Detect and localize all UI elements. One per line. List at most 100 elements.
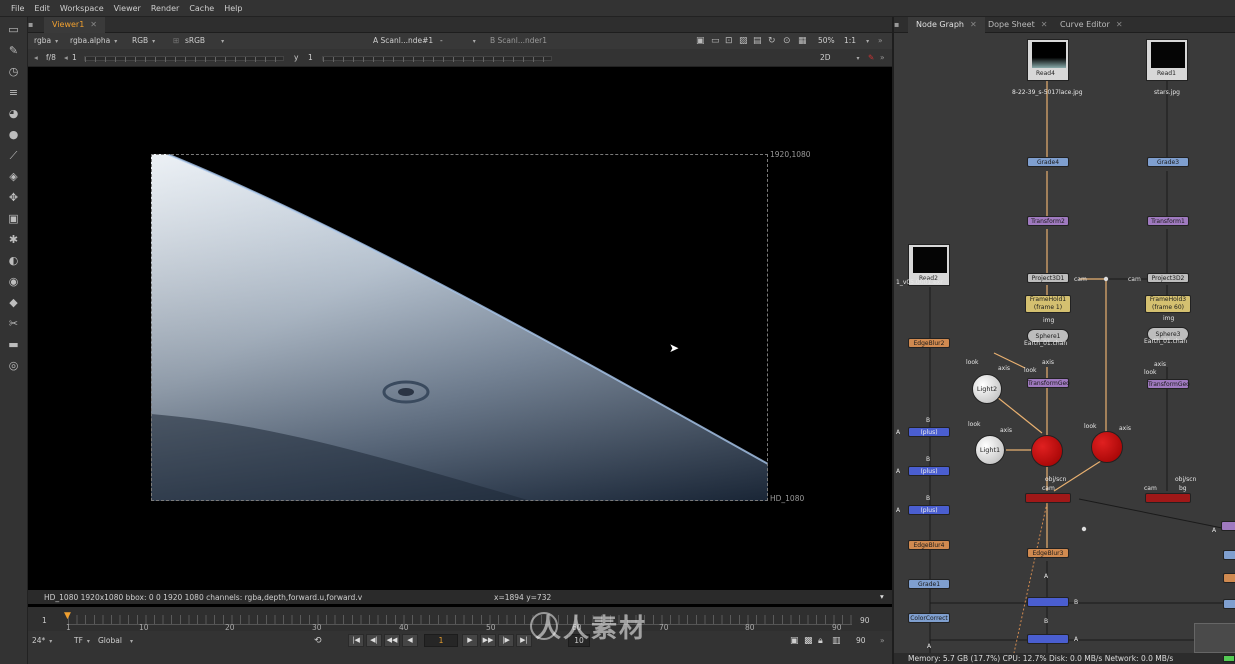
gamma-value[interactable]: 1 [308,52,313,64]
offscreen-node-4[interactable] [1223,599,1235,609]
step-back-button[interactable]: ◀◀ [384,634,400,647]
color-icon[interactable]: ◕ [7,107,21,121]
menu-render[interactable]: Render [146,4,184,13]
plugin-icon[interactable]: ◎ [7,359,21,373]
particles-icon[interactable]: ✱ [7,233,21,247]
deep-icon[interactable]: ◐ [7,254,21,268]
framehold3-node[interactable]: FrameHold3 (frame 60) [1145,295,1191,313]
transformgeo1-node[interactable]: TransformGeo [1027,378,1070,388]
fps-dropdown[interactable]: 24* ▾ [32,635,52,647]
node-graph-canvas[interactable]: Read4 8-22-39_s-5017lace.jpg Read1 stars… [894,33,1235,653]
node-graph-minimap[interactable] [1194,623,1235,653]
viewport[interactable]: 1920,1080 HD_1080 ➤ [28,67,892,607]
channels-dropdown[interactable]: rgba ▾ [34,35,58,47]
tab-viewer1[interactable]: Viewer1 ✕ [44,17,105,33]
keyer-icon[interactable]: ⟋ [7,149,21,163]
project3d1-node[interactable]: Project3D1 [1027,273,1069,283]
scanline-render-node-2[interactable] [1145,493,1191,503]
playhead-icon[interactable]: ▼ [64,611,71,621]
merge-icon[interactable]: ◈ [7,170,21,184]
prev-keyframe-button[interactable]: ◀| [366,634,382,647]
image-icon[interactable]: ▭ [7,23,21,37]
tab-curve-editor[interactable]: Curve Editor ✕ [1052,17,1131,33]
play-forward-button[interactable]: ▶ [462,634,478,647]
range-mode-dropdown[interactable]: Global ▾ [98,635,133,647]
filter-icon[interactable]: ● [7,128,21,142]
timeline-start[interactable]: 1 [42,616,47,625]
offscreen-node[interactable] [1221,521,1235,531]
pick-icon[interactable]: ✎ [868,52,874,64]
input-a-dropdown[interactable]: A Scanl...nde#1 [373,35,433,47]
edgeblur3-node[interactable]: EdgeBlur3 [1027,548,1069,558]
zoom-dropdown[interactable]: 50% [818,35,835,47]
views-icon[interactable]: ◉ [7,275,21,289]
close-icon[interactable]: ✕ [1116,20,1123,29]
transformgeo2-node[interactable]: TransformGeo [1147,379,1190,389]
close-icon[interactable]: ✕ [90,20,97,29]
grade3-node[interactable]: Grade3 [1147,157,1189,167]
overlay-icon[interactable]: ⊡ [725,35,733,47]
edgeblur4-node[interactable]: EdgeBlur4 [908,540,950,550]
colorcorrect-node[interactable]: ColorCorrect [908,613,950,623]
tf-dropdown[interactable]: TF ▾ [74,635,90,647]
scene-node-2[interactable] [1091,431,1123,463]
offscreen-node-3[interactable] [1223,573,1235,583]
view-mode-dropdown[interactable]: 2D ▾ [820,52,860,64]
panel-menu-icon-2[interactable]: ▪ [894,17,908,33]
menu-edit[interactable]: Edit [29,4,55,13]
close-icon[interactable]: ✕ [970,20,977,29]
merge-node-2[interactable] [1027,634,1069,644]
last-frame-button[interactable]: ▶| [516,634,532,647]
compare-mode-dropdown[interactable]: - ▾ [440,35,476,47]
scanline-render-node[interactable] [1025,493,1071,503]
merge-plus-node-2[interactable]: (plus) [908,466,950,476]
pause-icon[interactable]: ⊙ [783,35,791,47]
3d-icon[interactable]: ▣ [7,212,21,226]
mask-icon[interactable]: ▤ [753,35,762,47]
gain-slider[interactable] [84,56,285,62]
edgeblur2-node[interactable]: EdgeBlur2 [908,338,950,348]
merge-plus-node[interactable]: (plus) [908,427,950,437]
draw-icon[interactable]: ✎ [7,44,21,58]
gamma-slider[interactable] [322,56,553,62]
safe-area-icon[interactable]: ▭ [711,35,720,47]
loop-icon[interactable]: ⟲ [314,635,322,647]
light2-node[interactable]: Light2 [972,374,1002,404]
timeline-end[interactable]: 90 [860,616,870,625]
lock-icon[interactable]: 🔒︎ [818,635,823,647]
menu-workspace[interactable]: Workspace [55,4,109,13]
transform1-node[interactable]: Transform1 [1147,216,1189,226]
project3d2-node[interactable]: Project3D2 [1147,273,1189,283]
proxy-icon[interactable]: ▨ [739,35,748,47]
more-icon-2[interactable]: » [880,52,885,64]
fstop-value[interactable]: f/8 [46,52,56,64]
other-icon[interactable]: ▬ [7,338,21,352]
light1-node[interactable]: Light1 [975,435,1005,465]
current-frame-field[interactable]: 1 [424,634,458,647]
input-b-dropdown[interactable]: B Scanl...nder1 [490,35,547,47]
alpha-dropdown[interactable]: rgba.alpha ▾ [70,35,117,47]
channel-icon[interactable]: ≡ [7,86,21,100]
step-forward-button[interactable]: ▶▶ [480,634,496,647]
menu-cache[interactable]: Cache [184,4,219,13]
framehold1-node[interactable]: FrameHold1 (frame 1) [1025,295,1071,313]
refresh-icon[interactable]: ↻ [768,35,776,47]
ratio-dropdown[interactable]: 1:1 ▾ [844,35,869,47]
menu-help[interactable]: Help [219,4,247,13]
play-backward-button[interactable]: ◀ [402,634,418,647]
first-frame-button[interactable]: |◀ [348,634,364,647]
menu-file[interactable]: File [6,4,29,13]
tab-dope-sheet[interactable]: Dope Sheet ✕ [980,17,1055,33]
clip-icon[interactable]: ▦ [798,35,807,47]
grade1-node[interactable]: Grade1 [908,579,950,589]
flipbook-icon[interactable]: ▣ [790,635,799,647]
merge-plus-node-3[interactable]: (plus) [908,505,950,515]
transform-icon[interactable]: ✥ [7,191,21,205]
more-icon-3[interactable]: » [880,635,885,647]
offscreen-node-2[interactable] [1223,550,1235,560]
close-icon[interactable]: ✕ [1041,20,1048,29]
colorspace-dropdown[interactable]: RGB ▾ [132,35,155,47]
scene-node[interactable] [1031,435,1063,467]
metadata-icon[interactable]: ◆ [7,296,21,310]
time-icon[interactable]: ◷ [7,65,21,79]
